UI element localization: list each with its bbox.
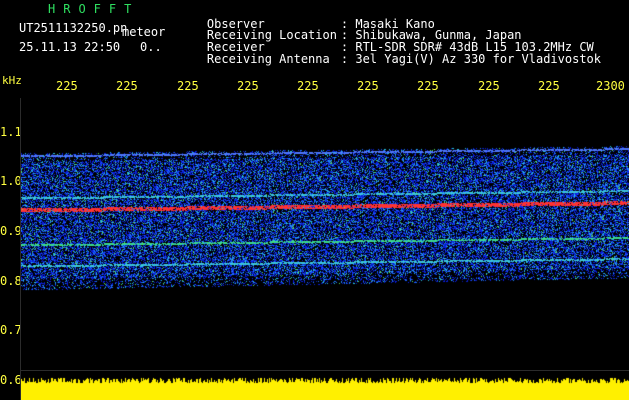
y-tick-label: 0.7: [0, 323, 22, 337]
antenna-label: Receiving Antenna: [206, 52, 330, 66]
spectrogram-canvas: [20, 98, 629, 400]
x-tick-label: 225: [357, 79, 379, 93]
y-tick-label: 0.6: [0, 373, 22, 387]
counter: 0..: [140, 40, 162, 54]
x-tick-label: 225: [56, 79, 78, 93]
y-tick-label: 0.9: [0, 224, 22, 238]
antenna-value: : 3el Yagi(V) Az 330 for Vladivostok: [340, 52, 601, 66]
antenna-row: Receiving Antenna : 3el Yagi(V) Az 330 fo…: [178, 41, 601, 77]
grid-line: [20, 370, 629, 371]
timestamp: 25.11.13 22:50: [19, 40, 121, 54]
y-tick-label: 1.1: [0, 125, 22, 139]
file-name: UT2511132250.pn: [19, 21, 128, 35]
x-tick-label: 225: [417, 79, 439, 93]
hrofft-window: HROFFT UT2511132250.pn meteor 25.11.13 2…: [0, 0, 629, 400]
x-tick-label: 225: [177, 79, 199, 93]
x-tick-label: 225: [478, 79, 500, 93]
y-tick-label: 1.0: [0, 174, 22, 188]
y-tick-label: 0.8: [0, 274, 22, 288]
x-tick-label: 225: [116, 79, 138, 93]
waterfall-plot: [20, 98, 629, 400]
app-title: HROFFT: [48, 2, 140, 16]
x-tick-label: 2300: [596, 79, 625, 93]
x-tick-label: 225: [237, 79, 259, 93]
x-tick-label: 225: [538, 79, 560, 93]
grid-line: [20, 98, 21, 400]
mode-label: meteor: [122, 25, 166, 39]
y-axis-unit: kHz: [2, 74, 22, 87]
x-tick-label: 225: [297, 79, 319, 93]
